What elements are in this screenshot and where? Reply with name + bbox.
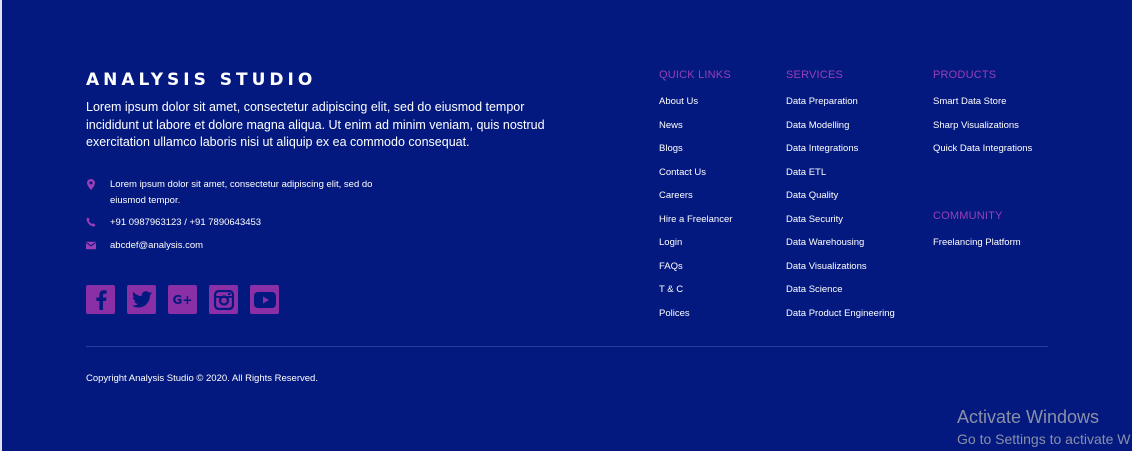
service-link[interactable]: Data Integrations (786, 137, 895, 161)
brand-description: Lorem ipsum dolor sit amet, consectetur … (86, 100, 545, 149)
quick-link-blogs[interactable]: Blogs (659, 137, 732, 161)
quick-links-heading: QUICK LINKS (659, 69, 731, 81)
quick-links-column: QUICK LINKS About Us News Blogs Contact … (659, 69, 732, 325)
quick-link-news[interactable]: News (659, 114, 732, 138)
contact-phone: +91 0987963123 / +91 7890643453 (86, 215, 261, 231)
service-link[interactable]: Data Product Engineering (786, 302, 895, 326)
products-column: PRODUCTS Smart Data Store Sharp Visualiz… (933, 69, 1032, 161)
footer: ANALYSIS STUDIO Lorem ipsum dolor sit am… (0, 0, 1132, 451)
quick-link-contact-us[interactable]: Contact Us (659, 161, 732, 185)
quick-link-hire-freelancer[interactable]: Hire a Freelancer (659, 208, 732, 232)
community-link[interactable]: Freelancing Platform (933, 231, 1021, 255)
service-link[interactable]: Data Security (786, 208, 895, 232)
service-link[interactable]: Data Visualizations (786, 255, 895, 279)
community-column: COMMUNITY Freelancing Platform (933, 210, 1021, 255)
watermark-title: Activate Windows (957, 407, 1100, 427)
service-link[interactable]: Data Warehousing (786, 231, 895, 255)
copyright-text: Copyright Analysis Studio © 2020. All Ri… (86, 373, 318, 384)
products-heading: PRODUCTS (933, 69, 997, 81)
contact-address: Lorem ipsum dolor sit amet, consectetur … (86, 177, 380, 208)
twitter-icon[interactable] (127, 285, 156, 314)
service-link[interactable]: Data Preparation (786, 90, 895, 114)
product-link[interactable]: Sharp Visualizations (933, 114, 1032, 138)
facebook-icon[interactable] (86, 285, 115, 314)
service-link[interactable]: Data Quality (786, 184, 895, 208)
instagram-icon[interactable] (209, 285, 238, 314)
location-pin-icon (86, 178, 96, 190)
contact-email: abcdef@analysis.com (86, 238, 203, 254)
quick-link-about-us[interactable]: About Us (659, 90, 732, 114)
phone-text[interactable]: +91 0987963123 / +91 7890643453 (110, 215, 261, 231)
quick-link-polices[interactable]: Polices (659, 302, 732, 326)
watermark-subtitle: Go to Settings to activate W (957, 431, 1131, 447)
service-link[interactable]: Data Modelling (786, 114, 895, 138)
social-links: G+ (86, 285, 291, 314)
google-plus-label: G+ (172, 292, 193, 307)
service-link[interactable]: Data ETL (786, 161, 895, 185)
footer-divider (86, 346, 1048, 347)
services-column: SERVICES Data Preparation Data Modelling… (786, 69, 895, 325)
services-heading: SERVICES (786, 69, 844, 81)
phone-icon (86, 216, 96, 228)
quick-link-login[interactable]: Login (659, 231, 732, 255)
product-link[interactable]: Quick Data Integrations (933, 137, 1032, 161)
quick-link-faqs[interactable]: FAQs (659, 255, 732, 279)
community-heading: COMMUNITY (933, 210, 1003, 222)
email-text[interactable]: abcdef@analysis.com (110, 238, 203, 254)
envelope-icon (86, 239, 96, 251)
service-link[interactable]: Data Science (786, 278, 895, 302)
brand-title: ANALYSIS STUDIO (86, 70, 317, 90)
address-text: Lorem ipsum dolor sit amet, consectetur … (110, 179, 373, 206)
product-link[interactable]: Smart Data Store (933, 90, 1032, 114)
youtube-icon[interactable] (250, 285, 279, 314)
quick-link-careers[interactable]: Careers (659, 184, 732, 208)
activate-windows-watermark: Activate Windows Go to Settings to activ… (957, 407, 1131, 451)
google-plus-icon[interactable]: G+ (168, 285, 197, 314)
quick-link-terms[interactable]: T & C (659, 278, 732, 302)
